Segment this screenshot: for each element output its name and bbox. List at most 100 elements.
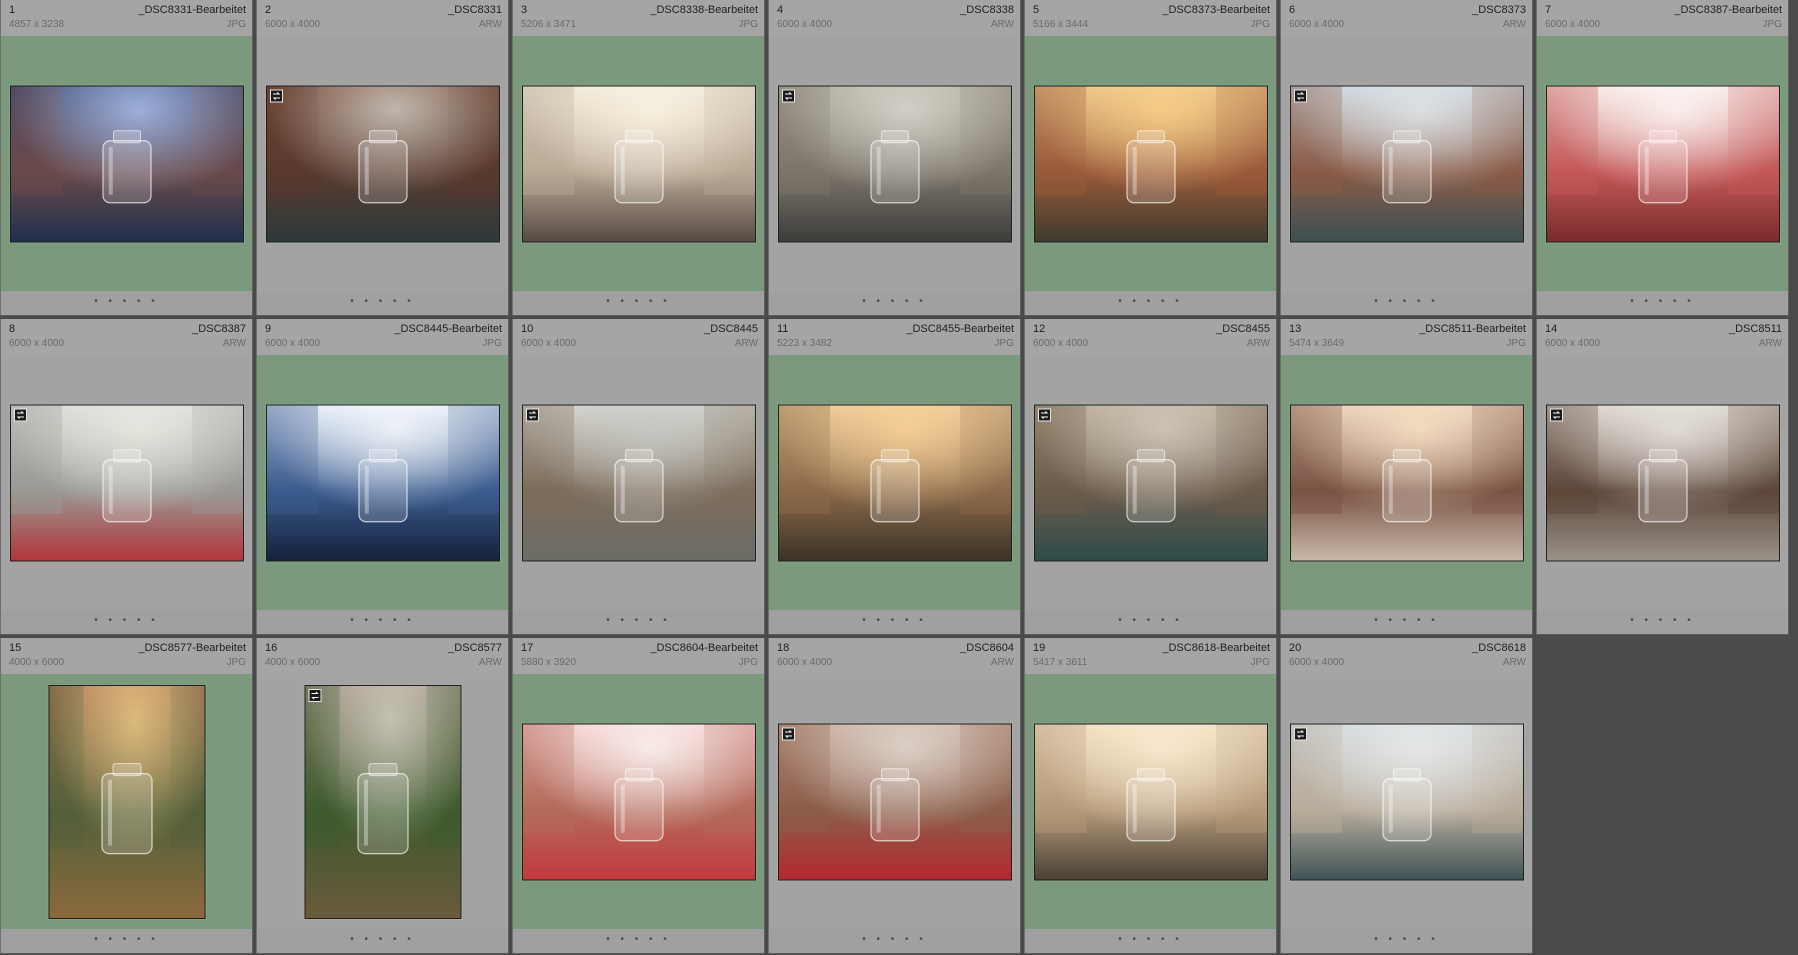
photo-thumbnail[interactable] bbox=[1545, 404, 1780, 561]
thumbnail-area bbox=[1537, 36, 1788, 291]
rating-dots[interactable]: • • • • • bbox=[1, 296, 252, 307]
grid-cell[interactable]: 4 _DSC8338 6000 x 4000 ARW • • • • • bbox=[768, 0, 1021, 316]
photo-thumbnail[interactable] bbox=[1545, 85, 1780, 242]
photo-thumbnail[interactable] bbox=[521, 723, 756, 880]
thumbnail-area bbox=[769, 674, 1020, 929]
cell-footer: • • • • • bbox=[257, 291, 508, 315]
grid-cell[interactable]: 19 _DSC8618-Bearbeitet 5417 x 3611 JPG •… bbox=[1024, 638, 1277, 954]
rating-dots[interactable]: • • • • • bbox=[513, 934, 764, 945]
grid-cell[interactable]: 14 _DSC8511 6000 x 4000 ARW • • • • • bbox=[1536, 319, 1789, 635]
photo-filename: _DSC8511-Bearbeitet bbox=[1419, 323, 1526, 335]
photo-thumbnail[interactable] bbox=[521, 85, 756, 242]
thumbnail-area bbox=[1, 36, 252, 291]
photo-thumbnail[interactable] bbox=[521, 404, 756, 561]
photo-thumbnail[interactable] bbox=[265, 404, 500, 561]
grid-cell[interactable]: 17 _DSC8604-Bearbeitet 5880 x 3920 JPG •… bbox=[512, 638, 765, 954]
photo-filename: _DSC8577-Bearbeitet bbox=[138, 642, 246, 654]
cell-header: 8 _DSC8387 6000 x 4000 ARW bbox=[1, 319, 252, 355]
thumbnail-area bbox=[257, 674, 508, 929]
thumbnail-area bbox=[769, 36, 1020, 291]
photo-filetype: ARW bbox=[1502, 657, 1526, 668]
cell-footer: • • • • • bbox=[1281, 929, 1532, 953]
grid-cell[interactable]: 2 _DSC8331 6000 x 4000 ARW • • • • • bbox=[256, 0, 509, 316]
cell-footer: • • • • • bbox=[1, 291, 252, 315]
thumbnail-area bbox=[1025, 36, 1276, 291]
photo-thumbnail[interactable] bbox=[48, 684, 205, 919]
rating-dots[interactable]: • • • • • bbox=[257, 615, 508, 626]
grid-cell[interactable]: 3 _DSC8338-Bearbeitet 5206 x 3471 JPG • … bbox=[512, 0, 765, 316]
photo-index: 6 bbox=[1289, 4, 1296, 16]
rating-dots[interactable]: • • • • • bbox=[769, 934, 1020, 945]
photo-dimensions: 4857 x 3238 bbox=[9, 19, 65, 30]
photo-index: 20 bbox=[1289, 642, 1302, 654]
rating-dots[interactable]: • • • • • bbox=[1281, 934, 1532, 945]
rating-dots[interactable]: • • • • • bbox=[513, 615, 764, 626]
rating-dots[interactable]: • • • • • bbox=[1281, 615, 1532, 626]
photo-filetype: JPG bbox=[226, 657, 246, 668]
rating-dots[interactable]: • • • • • bbox=[513, 296, 764, 307]
grid-cell[interactable]: 6 _DSC8373 6000 x 4000 ARW • • • • • bbox=[1280, 0, 1533, 316]
photo-filename: _DSC8445 bbox=[704, 323, 758, 335]
photo-filename: _DSC8604-Bearbeitet bbox=[650, 642, 758, 654]
photo-index: 2 bbox=[265, 4, 272, 16]
virtual-copy-icon[interactable] bbox=[1549, 408, 1563, 421]
photo-thumbnail[interactable] bbox=[304, 684, 461, 919]
grid-cell[interactable]: 9 _DSC8445-Bearbeitet 6000 x 4000 JPG • … bbox=[256, 319, 509, 635]
cell-header: 4 _DSC8338 6000 x 4000 ARW bbox=[769, 0, 1020, 36]
photo-thumbnail[interactable] bbox=[777, 723, 1012, 880]
rating-dots[interactable]: • • • • • bbox=[1281, 296, 1532, 307]
grid-cell[interactable]: 20 _DSC8618 6000 x 4000 ARW • • • • • bbox=[1280, 638, 1533, 954]
grid-cell[interactable]: 11 _DSC8455-Bearbeitet 5223 x 3482 JPG •… bbox=[768, 319, 1021, 635]
photo-filetype: ARW bbox=[478, 19, 502, 30]
photo-filetype: ARW bbox=[990, 657, 1014, 668]
virtual-copy-icon[interactable] bbox=[13, 408, 27, 421]
photo-filename: _DSC8511 bbox=[1729, 323, 1782, 335]
virtual-copy-icon[interactable] bbox=[1293, 89, 1307, 102]
rating-dots[interactable]: • • • • • bbox=[1, 934, 252, 945]
photo-thumbnail[interactable] bbox=[1033, 723, 1268, 880]
photo-thumbnail[interactable] bbox=[777, 404, 1012, 561]
rating-dots[interactable]: • • • • • bbox=[1025, 296, 1276, 307]
virtual-copy-icon[interactable] bbox=[269, 89, 283, 102]
rating-dots[interactable]: • • • • • bbox=[769, 615, 1020, 626]
photo-thumbnail[interactable] bbox=[9, 85, 244, 242]
thumbnail-area bbox=[1281, 674, 1532, 929]
virtual-copy-icon[interactable] bbox=[1293, 727, 1307, 740]
rating-dots[interactable]: • • • • • bbox=[257, 296, 508, 307]
grid-cell[interactable]: 12 _DSC8455 6000 x 4000 ARW • • • • • bbox=[1024, 319, 1277, 635]
grid-cell[interactable]: 15 _DSC8577-Bearbeitet 4000 x 6000 JPG •… bbox=[0, 638, 253, 954]
rating-dots[interactable]: • • • • • bbox=[1025, 615, 1276, 626]
virtual-copy-icon[interactable] bbox=[1037, 408, 1051, 421]
photo-thumbnail[interactable] bbox=[9, 404, 244, 561]
photo-filetype: JPG bbox=[738, 19, 758, 30]
rating-dots[interactable]: • • • • • bbox=[1025, 934, 1276, 945]
rating-dots[interactable]: • • • • • bbox=[257, 934, 508, 945]
grid-cell[interactable]: 8 _DSC8387 6000 x 4000 ARW • • • • • bbox=[0, 319, 253, 635]
virtual-copy-icon[interactable] bbox=[781, 727, 795, 740]
grid-cell[interactable]: 18 _DSC8604 6000 x 4000 ARW • • • • • bbox=[768, 638, 1021, 954]
rating-dots[interactable]: • • • • • bbox=[769, 296, 1020, 307]
photo-thumbnail[interactable] bbox=[1289, 85, 1524, 242]
photo-thumbnail[interactable] bbox=[1289, 723, 1524, 880]
rating-dots[interactable]: • • • • • bbox=[1537, 296, 1788, 307]
photo-thumbnail[interactable] bbox=[777, 85, 1012, 242]
grid-cell[interactable]: 1 _DSC8331-Bearbeitet 4857 x 3238 JPG • … bbox=[0, 0, 253, 316]
photo-filename: _DSC8577 bbox=[448, 642, 502, 654]
virtual-copy-icon[interactable] bbox=[308, 688, 321, 702]
grid-cell[interactable]: 13 _DSC8511-Bearbeitet 5474 x 3649 JPG •… bbox=[1280, 319, 1533, 635]
photo-dimensions: 6000 x 4000 bbox=[1289, 657, 1345, 668]
virtual-copy-icon[interactable] bbox=[525, 408, 539, 421]
rating-dots[interactable]: • • • • • bbox=[1537, 615, 1788, 626]
rating-dots[interactable]: • • • • • bbox=[1, 615, 252, 626]
photo-thumbnail[interactable] bbox=[1289, 404, 1524, 561]
grid-cell[interactable]: 16 _DSC8577 4000 x 6000 ARW • • • • • bbox=[256, 638, 509, 954]
grid-cell[interactable]: 5 _DSC8373-Bearbeitet 5166 x 3444 JPG • … bbox=[1024, 0, 1277, 316]
photo-filename: _DSC8618-Bearbeitet bbox=[1162, 642, 1270, 654]
virtual-copy-icon[interactable] bbox=[781, 89, 795, 102]
grid-cell[interactable]: 10 _DSC8445 6000 x 4000 ARW • • • • • bbox=[512, 319, 765, 635]
photo-thumbnail[interactable] bbox=[265, 85, 500, 242]
photo-thumbnail[interactable] bbox=[1033, 404, 1268, 561]
photo-thumbnail[interactable] bbox=[1033, 85, 1268, 242]
grid-cell[interactable]: 7 _DSC8387-Bearbeitet 6000 x 4000 JPG • … bbox=[1536, 0, 1789, 316]
photo-filetype: JPG bbox=[1762, 19, 1782, 30]
